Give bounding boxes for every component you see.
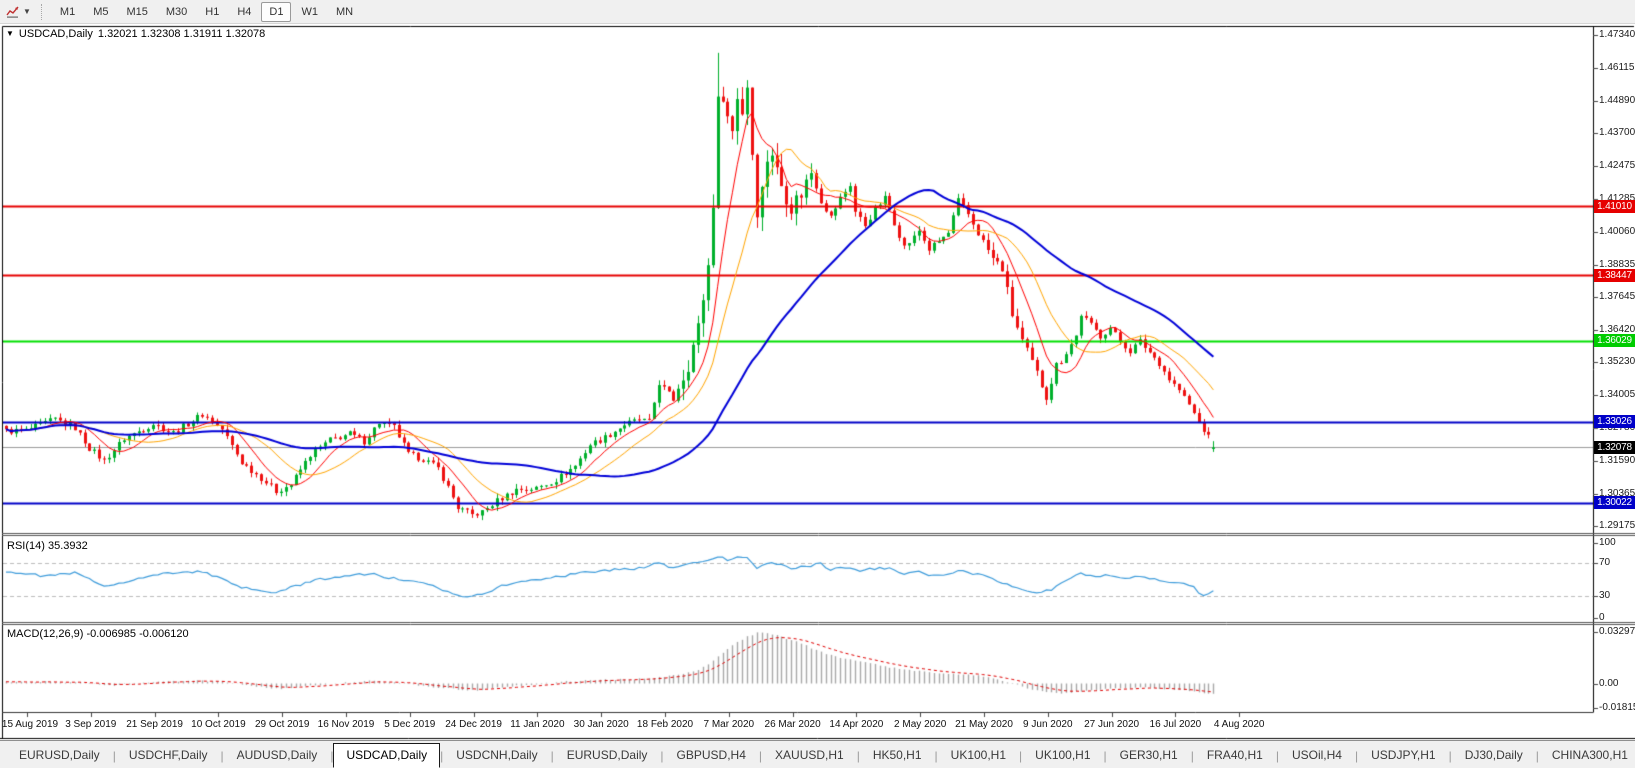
timeframe-button-m1[interactable]: M1 [52,2,83,22]
timeframe-toolbar: ▼ M1 M5 M15 M30 H1 H4 D1 W1 MN [0,0,1635,24]
symbol-tabbar: EURUSD,Daily | USDCHF,Daily | AUDUSD,Daily | U… [0,740,1635,768]
chart-region: ▼ USDCAD,Daily 1.32021 1.32308 1.31911 1… [0,24,1635,740]
timeframe-button-mn[interactable]: MN [328,2,361,22]
symbol-tab-uk100-h1[interactable]: UK100,H1 [1022,743,1103,768]
symbol-tab-hk50-h1[interactable]: HK50,H1 [860,743,935,768]
timeframe-button-h4[interactable]: H4 [229,2,259,22]
symbol-tab-usdjpy-h1[interactable]: USDJPY,H1 [1358,743,1448,768]
toolbar-separator [40,3,47,20]
price-chart-canvas[interactable] [0,24,1635,740]
timeframe-button-h1[interactable]: H1 [197,2,227,22]
symbol-tab-gbpusd-h4[interactable]: GBPUSD,H4 [664,743,759,768]
symbol-tab-audusd-daily[interactable]: AUDUSD,Daily [224,743,331,768]
symbol-tabs: EURUSD,Daily | USDCHF,Daily | AUDUSD,Daily | U… [6,743,1635,768]
symbol-tab-china300-h1[interactable]: CHINA300,H1 [1539,743,1635,768]
symbol-tab-eurusd-daily[interactable]: EURUSD,Daily [6,743,113,768]
chevron-down-icon[interactable]: ▼ [23,7,31,16]
symbol-tab-usoil-h4[interactable]: USOil,H4 [1279,743,1355,768]
symbol-tab-ger30-h1[interactable]: GER30,H1 [1107,743,1191,768]
timeframe-button-m15[interactable]: M15 [118,2,155,22]
timeframe-button-m5[interactable]: M5 [85,2,116,22]
trading-app-window: ▼ M1 M5 M15 M30 H1 H4 D1 W1 MN ▼ USDCAD,Daily 1.… [0,0,1635,768]
symbol-tab-usdcad-daily[interactable]: USDCAD,Daily [333,743,441,768]
timeframe-button-m30[interactable]: M30 [158,2,195,22]
symbol-tab-fra40-h1[interactable]: FRA40,H1 [1194,743,1276,768]
symbol-tab-xauusd-h1[interactable]: XAUUSD,H1 [762,743,857,768]
timeframe-buttons: M1 M5 M15 M30 H1 H4 D1 W1 MN [51,1,362,22]
timeframe-button-d1[interactable]: D1 [261,1,292,22]
symbol-tab-dj30-daily[interactable]: DJ30,Daily [1452,743,1536,768]
chart-cursor-icon[interactable] [4,3,22,21]
symbol-tab-usdcnh-daily[interactable]: USDCNH,Daily [443,743,550,768]
symbol-tab-eurusd-daily[interactable]: EURUSD,Daily [554,743,661,768]
timeframe-button-w1[interactable]: W1 [293,2,326,22]
symbol-tab-usdchf-daily[interactable]: USDCHF,Daily [116,743,221,768]
symbol-tab-uk100-h1[interactable]: UK100,H1 [938,743,1019,768]
